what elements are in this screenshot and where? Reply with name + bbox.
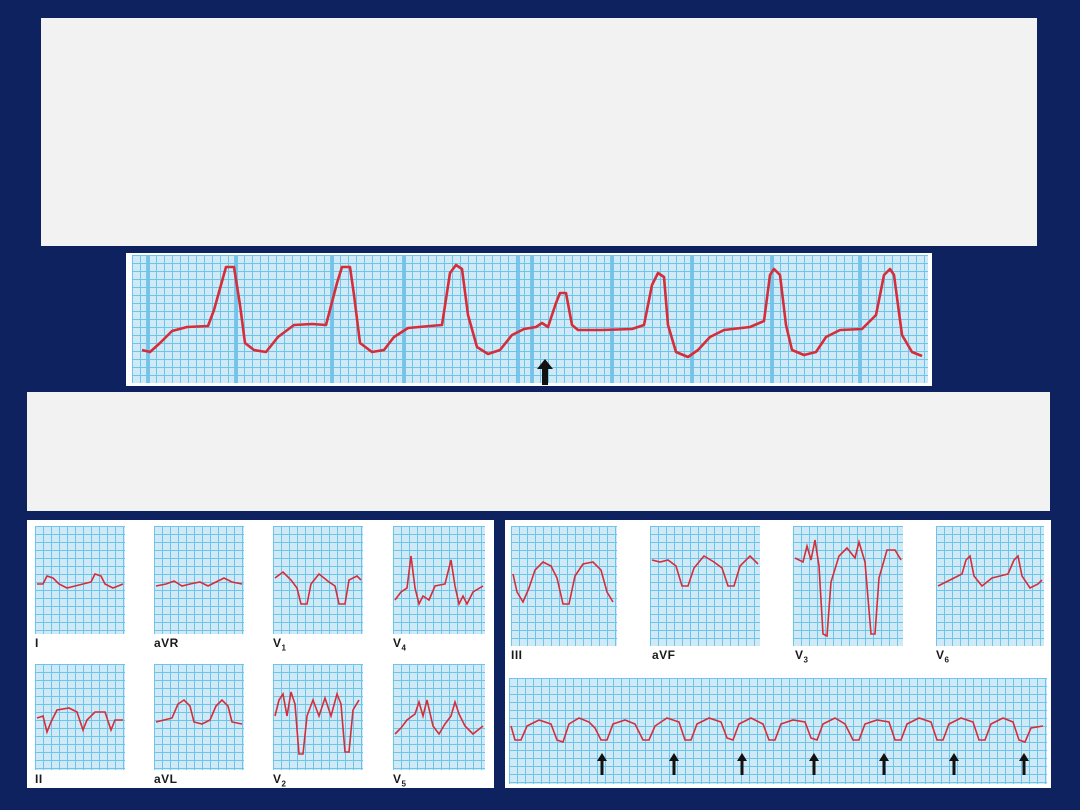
lead-label-V2: V2 bbox=[273, 772, 287, 789]
lead-label-I: I bbox=[35, 636, 39, 650]
ecg-leads-right-panel: III aVF V3 V6 bbox=[505, 520, 1051, 788]
middle-text-panel bbox=[27, 392, 1050, 511]
lead-label-aVL: aVL bbox=[154, 772, 178, 786]
lead-V6-grid bbox=[936, 526, 1044, 646]
lead-III-grid bbox=[511, 526, 617, 646]
lead-V5-grid bbox=[393, 664, 485, 770]
lead-V4-grid bbox=[393, 526, 485, 634]
lead-aVF-grid bbox=[650, 526, 760, 646]
ecg-trace-bottom bbox=[510, 717, 1044, 744]
lead-label-II: II bbox=[35, 772, 43, 786]
ecg-trace-top bbox=[141, 255, 923, 383]
ecg-grid bbox=[132, 255, 928, 383]
up-arrow-icon bbox=[537, 359, 553, 385]
lead-II-grid bbox=[35, 664, 125, 770]
lead-aVR-grid bbox=[154, 526, 244, 634]
lead-V3-grid bbox=[793, 526, 903, 646]
lead-label-aVR: aVR bbox=[154, 636, 179, 650]
lead-label-V3: V3 bbox=[795, 648, 809, 665]
lead-label-aVF: aVF bbox=[652, 648, 676, 662]
up-arrow-icon bbox=[597, 753, 607, 775]
up-arrow-icon bbox=[1019, 753, 1029, 775]
ecg-leads-left-panel: I aVR V1 V4 II aVL V2 V5 bbox=[27, 520, 494, 788]
lead-V2-grid bbox=[273, 664, 363, 770]
lead-label-V6: V6 bbox=[936, 648, 950, 665]
lead-label-V4: V4 bbox=[393, 636, 407, 653]
up-arrow-icon bbox=[669, 753, 679, 775]
up-arrow-icon bbox=[809, 753, 819, 775]
up-arrow-icon bbox=[879, 753, 889, 775]
lead-label-V5: V5 bbox=[393, 772, 407, 789]
up-arrow-icon bbox=[949, 753, 959, 775]
lead-label-V1: V1 bbox=[273, 636, 287, 653]
rhythm-strip-bottom bbox=[509, 678, 1047, 784]
lead-label-III: III bbox=[511, 648, 523, 662]
top-text-panel bbox=[41, 18, 1037, 246]
up-arrow-icon bbox=[737, 753, 747, 775]
rhythm-strip-top bbox=[126, 253, 932, 386]
lead-aVL-grid bbox=[154, 664, 244, 770]
lead-I-grid bbox=[35, 526, 125, 634]
lead-V1-grid bbox=[273, 526, 363, 634]
